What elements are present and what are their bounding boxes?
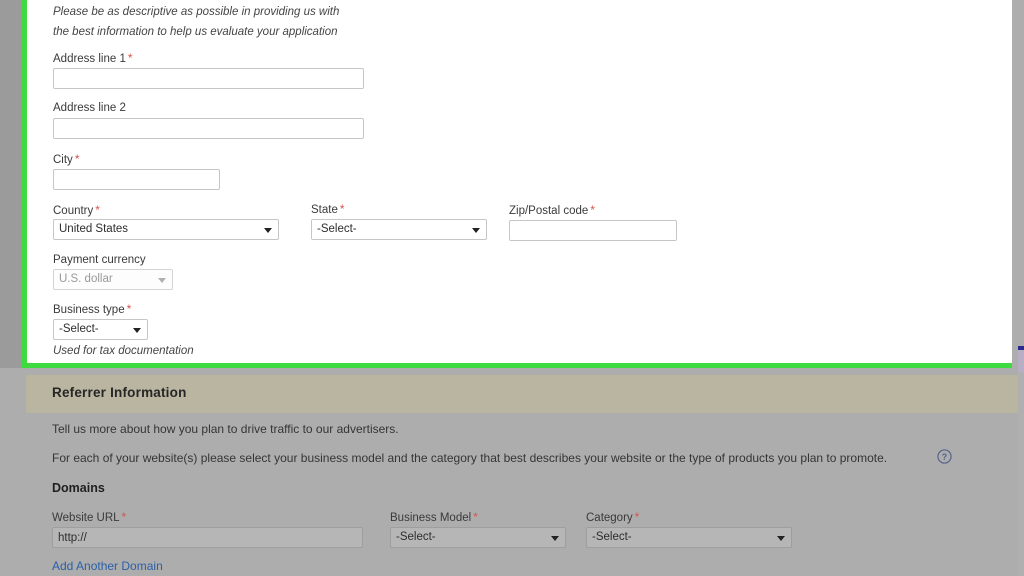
chevron-down-icon bbox=[133, 327, 141, 333]
business-model-label: Business Model * bbox=[390, 510, 478, 525]
website-url-label-text: Website URL bbox=[52, 512, 120, 524]
city-input[interactable] bbox=[53, 169, 220, 190]
zip-postal-code-label-text: Zip/Postal code bbox=[509, 205, 589, 217]
chevron-down-icon bbox=[551, 535, 559, 541]
payment-currency-label: Payment currency bbox=[53, 253, 146, 267]
chevron-down-icon bbox=[264, 227, 272, 233]
description-hint-line2: the best information to help us evaluate… bbox=[53, 26, 338, 38]
city-label: City * bbox=[53, 152, 79, 167]
left-gutter bbox=[0, 0, 22, 368]
payment-currency-select: U.S. dollar bbox=[53, 269, 173, 290]
address-line-2-input[interactable] bbox=[53, 118, 364, 139]
business-type-hint: Used for tax documentation bbox=[53, 345, 194, 357]
business-type-required-marker: * bbox=[126, 302, 132, 316]
category-label-text: Category bbox=[586, 512, 633, 524]
country-required-marker: * bbox=[95, 203, 100, 217]
website-url-label: Website URL * bbox=[52, 510, 126, 525]
state-select-value: -Select- bbox=[317, 223, 357, 235]
business-model-select-value: -Select- bbox=[396, 531, 436, 543]
state-required-marker: * bbox=[339, 202, 345, 216]
country-select-value: United States bbox=[59, 223, 129, 235]
city-required-marker: * bbox=[74, 152, 80, 166]
add-another-domain-link[interactable]: Add Another Domain bbox=[52, 559, 163, 573]
referrer-information-header: Referrer Information bbox=[26, 375, 1020, 413]
country-select[interactable]: United States bbox=[53, 219, 279, 240]
category-select-value: -Select- bbox=[592, 531, 632, 543]
address-line-1-required-marker: * bbox=[127, 51, 133, 65]
chevron-down-icon bbox=[777, 535, 785, 541]
business-type-select-value: -Select- bbox=[59, 323, 99, 335]
website-url-input[interactable] bbox=[52, 527, 363, 548]
referrer-paragraph-1: Tell us more about how you plan to drive… bbox=[52, 422, 399, 436]
category-required-marker: * bbox=[634, 510, 640, 524]
referrer-paragraph-2: For each of your website(s) please selec… bbox=[52, 451, 888, 465]
state-select[interactable]: -Select- bbox=[311, 219, 487, 240]
address-line-2-label: Address line 2 bbox=[53, 101, 126, 115]
address-line-1-label: Address line 1 * bbox=[53, 51, 133, 66]
country-label: Country * bbox=[53, 203, 100, 218]
address-line-2-label-text: Address line 2 bbox=[53, 102, 126, 114]
category-select[interactable]: -Select- bbox=[586, 527, 792, 548]
business-type-select[interactable]: -Select- bbox=[53, 319, 148, 340]
help-icon[interactable]: ? bbox=[937, 449, 952, 464]
zip-postal-code-label: Zip/Postal code * bbox=[509, 203, 595, 218]
highlighted-form-panel: Please be as descriptive as possible in … bbox=[22, 0, 1012, 368]
payment-currency-label-text: Payment currency bbox=[53, 254, 146, 266]
chevron-down-icon bbox=[158, 277, 166, 283]
state-label-text: State bbox=[311, 204, 338, 216]
address-line-1-label-text: Address line 1 bbox=[53, 53, 126, 65]
business-model-label-text: Business Model bbox=[390, 512, 472, 524]
domains-title: Domains bbox=[52, 481, 105, 495]
business-model-select[interactable]: -Select- bbox=[390, 527, 566, 548]
svg-text:?: ? bbox=[942, 452, 947, 462]
scrollbar-track[interactable] bbox=[1018, 372, 1024, 576]
business-model-required-marker: * bbox=[473, 510, 478, 524]
business-type-label-text: Business type bbox=[53, 304, 125, 316]
address-line-1-input[interactable] bbox=[53, 68, 364, 89]
zip-postal-code-required-marker: * bbox=[590, 203, 595, 217]
referrer-information-title: Referrer Information bbox=[52, 385, 187, 400]
website-url-required-marker: * bbox=[121, 510, 127, 524]
screenshot-root: Please be as descriptive as possible in … bbox=[0, 0, 1024, 576]
referrer-information-body: Tell us more about how you plan to drive… bbox=[26, 413, 1020, 576]
zip-postal-code-input[interactable] bbox=[509, 220, 677, 241]
chevron-down-icon bbox=[472, 227, 480, 233]
payment-currency-select-value: U.S. dollar bbox=[59, 273, 113, 285]
business-type-label: Business type * bbox=[53, 302, 131, 317]
city-label-text: City bbox=[53, 154, 73, 166]
description-hint-line1: Please be as descriptive as possible in … bbox=[53, 6, 340, 18]
state-label: State * bbox=[311, 202, 345, 217]
category-label: Category * bbox=[586, 510, 639, 525]
country-label-text: Country bbox=[53, 205, 94, 217]
